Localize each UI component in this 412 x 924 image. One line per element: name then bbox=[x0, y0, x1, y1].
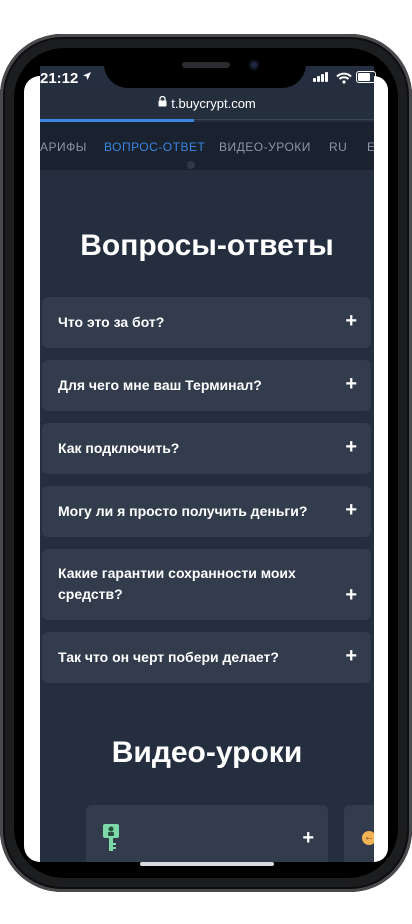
battery-icon bbox=[356, 71, 376, 83]
screen-edge-left bbox=[24, 76, 40, 862]
screen-edge-right bbox=[374, 76, 388, 862]
faq-question: Что это за бот? bbox=[58, 314, 165, 330]
nav-item-more[interactable]: E bbox=[367, 140, 374, 154]
nav-item-videos[interactable]: ВИДЕО-УРОКИ bbox=[219, 140, 311, 154]
expand-plus-icon[interactable]: + bbox=[345, 436, 357, 459]
nav-item-tariffs[interactable]: АРИФЫ bbox=[40, 140, 87, 154]
wifi-icon bbox=[336, 71, 352, 88]
faq-question: Какие гарантии сохранности моих средств? bbox=[58, 565, 296, 602]
faq-question: Как подключить? bbox=[58, 440, 180, 456]
nav-scroll-indicator bbox=[187, 161, 195, 169]
key-icon bbox=[102, 823, 120, 858]
expand-plus-icon[interactable]: + bbox=[345, 373, 357, 396]
expand-plus-icon[interactable]: + bbox=[345, 645, 357, 668]
video-lesson-card[interactable]: ← bbox=[344, 805, 374, 862]
faq-item[interactable]: Какие гарантии сохранности моих средств?… bbox=[42, 549, 371, 620]
expand-plus-icon[interactable]: + bbox=[302, 827, 314, 850]
address-bar[interactable]: t.buycrypt.com bbox=[40, 90, 374, 120]
faq-item[interactable]: Так что он черт побери делает? + bbox=[42, 632, 371, 683]
faq-question: Так что он черт побери делает? bbox=[58, 649, 279, 665]
lock-icon bbox=[158, 95, 167, 110]
faq-item[interactable]: Как подключить? + bbox=[42, 423, 371, 474]
faq-question: Для чего мне ваш Терминал? bbox=[58, 377, 262, 393]
nav-item-faq[interactable]: ВОПРОС-ОТВЕТ bbox=[104, 140, 205, 154]
coin-icon: ← bbox=[362, 831, 374, 845]
expand-plus-icon[interactable]: + bbox=[345, 499, 357, 522]
status-bar: 21:12 bbox=[40, 66, 376, 90]
top-navigation: АРИФЫ ВОПРОС-ОТВЕТ ВИДЕО-УРОКИ RU E bbox=[40, 122, 374, 170]
url-text: t.buycrypt.com bbox=[171, 96, 256, 111]
faq-title: Вопросы-ответы bbox=[80, 229, 334, 262]
nav-item-language[interactable]: RU bbox=[329, 140, 347, 154]
videos-title: Видео-уроки bbox=[111, 736, 303, 769]
url-display[interactable]: t.buycrypt.com bbox=[158, 95, 256, 111]
status-time: 21:12 bbox=[40, 70, 79, 87]
phone-screen: t.buycrypt.com АРИФЫ ВОПРОС-ОТВЕТ ВИДЕО-… bbox=[40, 66, 374, 862]
faq-item[interactable]: Для чего мне ваш Терминал? + bbox=[42, 360, 371, 411]
faq-item[interactable]: Могу ли я просто получить деньги? + bbox=[42, 486, 371, 537]
faq-item[interactable]: Что это за бот? + bbox=[42, 297, 371, 348]
home-indicator[interactable] bbox=[140, 862, 274, 866]
expand-plus-icon[interactable]: + bbox=[345, 310, 357, 333]
location-arrow-icon bbox=[82, 71, 92, 84]
video-lesson-card[interactable]: + bbox=[86, 805, 328, 862]
expand-plus-icon[interactable]: + bbox=[345, 584, 357, 607]
faq-question: Могу ли я просто получить деньги? bbox=[58, 503, 308, 519]
